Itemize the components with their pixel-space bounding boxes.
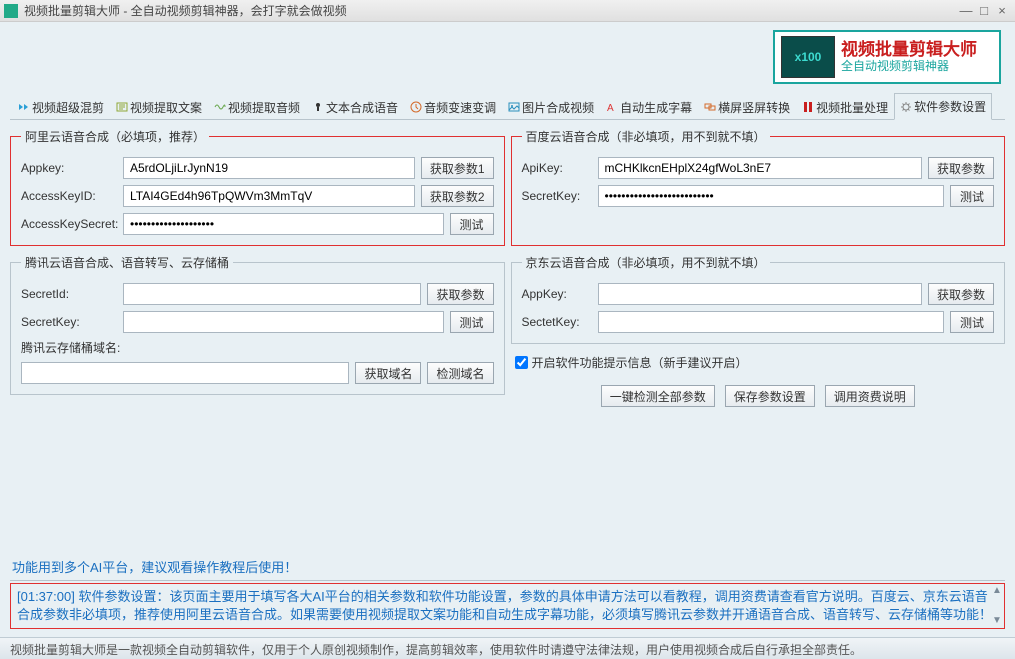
- tab-icon-7: [704, 101, 716, 113]
- baidu-group: 百度云语音合成（非必填项，用不到就不填） ApiKey: 获取参数 Secret…: [511, 128, 1006, 246]
- jd-sk-input[interactable]: [598, 311, 945, 333]
- tab-1[interactable]: 视频提取文案: [110, 93, 208, 120]
- tencent-bucket-input[interactable]: [21, 362, 349, 384]
- tencent-sk-input[interactable]: [123, 311, 444, 333]
- ali-appkey-label: Appkey:: [21, 161, 117, 175]
- ali-appkey-btn[interactable]: 获取参数1: [421, 157, 494, 179]
- app-icon: [4, 4, 18, 18]
- tab-icon-9: [900, 101, 912, 113]
- tencent-sid-btn[interactable]: 获取参数: [427, 283, 493, 305]
- tab-icon-0: [18, 101, 30, 113]
- tab-label-3: 文本合成语音: [326, 99, 398, 116]
- baidu-apikey-label: ApiKey:: [522, 161, 592, 175]
- tab-label-8: 视频批量处理: [816, 99, 888, 116]
- tencent-bucket-btn2[interactable]: 检测域名: [427, 362, 493, 384]
- jd-ak-btn[interactable]: 获取参数: [928, 283, 994, 305]
- tencent-bucket-btn1[interactable]: 获取域名: [355, 362, 421, 384]
- tab-5[interactable]: 图片合成视频: [502, 93, 600, 120]
- jd-ak-label: AppKey:: [522, 287, 592, 301]
- promo-thumb: x100: [781, 36, 835, 78]
- scroll-down-icon[interactable]: ▼: [992, 614, 1006, 628]
- ali-aks-btn[interactable]: 测试: [450, 213, 494, 235]
- log-scrollbar[interactable]: ▲ ▼: [992, 584, 1006, 628]
- tencent-legend: 腾讯云语音合成、语音转写、云存储桶: [21, 254, 233, 271]
- baidu-apikey-btn[interactable]: 获取参数: [928, 157, 994, 179]
- tab-label-6: 自动生成字幕: [620, 99, 692, 116]
- maximize-button[interactable]: □: [975, 3, 993, 18]
- baidu-apikey-input[interactable]: [598, 157, 922, 179]
- tencent-bucket-label: 腾讯云存储桶域名:: [21, 339, 131, 356]
- tab-label-1: 视频提取文案: [130, 99, 202, 116]
- window-title: 视频批量剪辑大师 - 全自动视频剪辑神器，会打字就会做视频: [24, 2, 957, 19]
- tab-4[interactable]: 音频变速变调: [404, 93, 502, 120]
- ali-appkey-input[interactable]: [123, 157, 415, 179]
- jd-legend: 京东云语音合成（非必填项，用不到就不填）: [522, 254, 770, 271]
- log-area: 功能用到多个AI平台，建议观看操作教程后使用！ [01:37:00] 软件参数设…: [10, 553, 1005, 629]
- baidu-sk-input[interactable]: [598, 185, 945, 207]
- titlebar: 视频批量剪辑大师 - 全自动视频剪辑神器，会打字就会做视频 — □ ×: [0, 0, 1015, 22]
- tab-label-5: 图片合成视频: [522, 99, 594, 116]
- ali-legend: 阿里云语音合成（必填项，推荐）: [21, 128, 209, 145]
- tab-label-9: 软件参数设置: [914, 98, 986, 115]
- tab-3[interactable]: 文本合成语音: [306, 93, 404, 120]
- baidu-sk-label: SecretKey:: [522, 189, 592, 203]
- scroll-up-icon[interactable]: ▲: [992, 584, 1006, 598]
- jd-sk-btn[interactable]: 测试: [950, 311, 994, 333]
- status-bar: 视频批量剪辑大师是一款视频全自动剪辑软件，仅用于个人原创视频制作，提高剪辑效率，…: [0, 637, 1015, 659]
- close-button[interactable]: ×: [993, 3, 1011, 18]
- tencent-sk-btn[interactable]: 测试: [450, 311, 494, 333]
- ali-aks-label: AccessKeySecret:: [21, 217, 117, 231]
- jd-sk-label: SectetKey:: [522, 315, 592, 329]
- fees-btn[interactable]: 调用资费说明: [825, 385, 915, 407]
- check-all-btn[interactable]: 一键检测全部参数: [601, 385, 715, 407]
- tab-0[interactable]: 视频超级混剪: [12, 93, 110, 120]
- ali-akid-label: AccessKeyID:: [21, 189, 117, 203]
- tips-checkbox-label: 开启软件功能提示信息（新手建议开启）: [532, 354, 748, 371]
- tencent-sk-label: SecretKey:: [21, 315, 117, 329]
- tab-6[interactable]: A 自动生成字幕: [600, 93, 698, 120]
- minimize-button[interactable]: —: [957, 3, 975, 18]
- tab-label-0: 视频超级混剪: [32, 99, 104, 116]
- tab-7[interactable]: 横屏竖屏转换: [698, 93, 796, 120]
- ali-akid-btn[interactable]: 获取参数2: [421, 185, 494, 207]
- tab-icon-8: [802, 101, 814, 113]
- tencent-sid-input[interactable]: [123, 283, 421, 305]
- tab-label-2: 视频提取音频: [228, 99, 300, 116]
- tab-icon-5: [508, 101, 520, 113]
- tab-icon-4: [410, 101, 422, 113]
- tab-2[interactable]: 视频提取音频: [208, 93, 306, 120]
- tab-icon-3: [312, 101, 324, 113]
- tab-icon-1: [116, 101, 128, 113]
- svg-text:A: A: [607, 103, 614, 113]
- tips-checkbox-row: 开启软件功能提示信息（新手建议开启）: [515, 354, 1006, 371]
- tab-label-4: 音频变速变调: [424, 99, 496, 116]
- tencent-sid-label: SecretId:: [21, 287, 117, 301]
- log-message: 软件参数设置：该页面主要用于填写各大AI平台的相关参数和软件功能设置，参数的具体…: [17, 589, 992, 622]
- tab-9[interactable]: 软件参数设置: [894, 93, 992, 120]
- jd-ak-input[interactable]: [598, 283, 922, 305]
- tab-icon-2: [214, 101, 226, 113]
- ali-aks-input[interactable]: [123, 213, 444, 235]
- baidu-legend: 百度云语音合成（非必填项，用不到就不填）: [522, 128, 770, 145]
- promo-sub: 全自动视频剪辑神器: [841, 60, 977, 73]
- promo-title: 视频批量剪辑大师: [841, 41, 977, 60]
- promo-banner: x100 视频批量剪辑大师 全自动视频剪辑神器: [773, 30, 1001, 84]
- ali-akid-input[interactable]: [123, 185, 415, 207]
- baidu-sk-btn[interactable]: 测试: [950, 185, 994, 207]
- tencent-group: 腾讯云语音合成、语音转写、云存储桶 SecretId: 获取参数 SecretK…: [10, 254, 505, 395]
- log-timestamp: [01:37:00]: [17, 589, 75, 604]
- tab-bar: 视频超级混剪 视频提取文案 视频提取音频 文本合成语音 音频变速变调 图片合成视频 A 自动生…: [10, 92, 1005, 120]
- log-box: [01:37:00] 软件参数设置：该页面主要用于填写各大AI平台的相关参数和软…: [10, 583, 1005, 629]
- tab-label-7: 横屏竖屏转换: [718, 99, 790, 116]
- log-header: 功能用到多个AI平台，建议观看操作教程后使用！: [10, 553, 1005, 581]
- tab-icon-6: A: [606, 101, 618, 113]
- tab-8[interactable]: 视频批量处理: [796, 93, 894, 120]
- save-btn[interactable]: 保存参数设置: [725, 385, 815, 407]
- ali-group: 阿里云语音合成（必填项，推荐） Appkey: 获取参数1 AccessKeyI…: [10, 128, 505, 246]
- jd-group: 京东云语音合成（非必填项，用不到就不填） AppKey: 获取参数 Sectet…: [511, 254, 1006, 344]
- tips-checkbox[interactable]: [515, 356, 528, 369]
